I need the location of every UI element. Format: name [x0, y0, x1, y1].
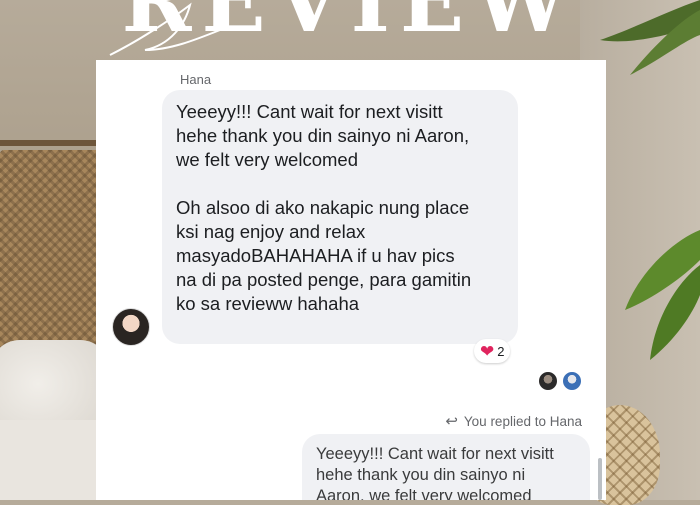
seen-avatar — [562, 371, 582, 391]
reply-note: ↩ You replied to Hana — [445, 412, 582, 430]
chat-screenshot: Hana Yeeeyy!!! Cant wait for next visitt… — [96, 60, 606, 500]
reaction-badge[interactable]: ❤ 2 — [474, 339, 511, 363]
reply-note-text: You replied to Hana — [463, 413, 582, 429]
incoming-message-bubble[interactable]: Yeeeyy!!! Cant wait for next visitt hehe… — [162, 90, 518, 344]
heart-icon: ❤ — [480, 341, 495, 361]
scrollbar[interactable] — [598, 458, 602, 500]
title-swash-decoration — [109, 2, 221, 56]
seen-avatar — [538, 371, 558, 391]
sender-avatar[interactable] — [112, 308, 150, 346]
palm-leaf-right — [625, 230, 700, 360]
sender-name: Hana — [180, 72, 212, 87]
reply-arrow-icon: ↩ — [445, 413, 458, 430]
quoted-message-bubble[interactable]: Yeeeyy!!! Cant wait for next visitt hehe… — [302, 434, 590, 500]
reaction-count: 2 — [497, 343, 505, 359]
